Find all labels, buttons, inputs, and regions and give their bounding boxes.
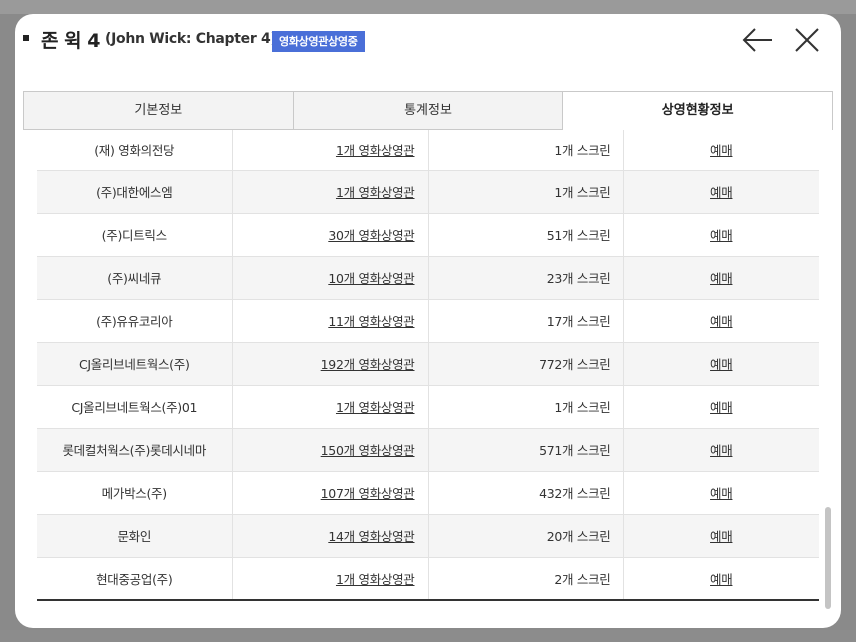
company-name: 메가박스(주)	[37, 471, 233, 515]
theater-count-link[interactable]: 10개 영화상영관	[328, 271, 414, 286]
page-title: 존 윅 4	[41, 30, 100, 52]
page-subtitle: (John Wick: Chapter 4)	[105, 31, 277, 47]
company-name: CJ올리브네트웍스(주)01	[37, 385, 233, 429]
title-bullet	[23, 35, 29, 41]
booking-link[interactable]: 예매	[710, 143, 733, 158]
tab-basic-info[interactable]: 기본정보	[24, 92, 294, 130]
modal-header: 존 윅 4 (John Wick: Chapter 4) 영화상영관상영중	[15, 14, 841, 74]
booking-link[interactable]: 예매	[710, 572, 733, 587]
screen-count: 51개 스크린	[428, 213, 624, 257]
booking-link[interactable]: 예매	[710, 486, 733, 501]
theater-count-link[interactable]: 1개 영화상영관	[336, 400, 415, 415]
screen-count: 772개 스크린	[428, 342, 624, 386]
status-badge: 영화상영관상영중	[272, 31, 365, 52]
screening-table-container: (재) 영화의전당 1개 영화상영관 1개 스크린 예매 (주)대한에스엠 1개…	[37, 130, 819, 616]
table-row: 문화인 14개 영화상영관 20개 스크린 예매	[37, 514, 819, 558]
theater-count-link[interactable]: 107개 영화상영관	[321, 486, 415, 501]
table-row: 현대중공업(주) 1개 영화상영관 2개 스크린 예매	[37, 557, 819, 601]
table-row: (주)씨네큐 10개 영화상영관 23개 스크린 예매	[37, 256, 819, 300]
booking-link[interactable]: 예매	[710, 357, 733, 372]
screening-table: (재) 영화의전당 1개 영화상영관 1개 스크린 예매 (주)대한에스엠 1개…	[37, 130, 819, 601]
theater-count-link[interactable]: 30개 영화상영관	[328, 228, 414, 243]
screen-count: 23개 스크린	[428, 256, 624, 300]
table-row: 롯데컬처웍스(주)롯데시네마 150개 영화상영관 571개 스크린 예매	[37, 428, 819, 472]
table-row: (주)유유코리아 11개 영화상영관 17개 스크린 예매	[37, 299, 819, 343]
theater-count-link[interactable]: 150개 영화상영관	[321, 443, 415, 458]
backdrop-top	[0, 0, 856, 14]
table-row: CJ올리브네트웍스(주)01 1개 영화상영관 1개 스크린 예매	[37, 385, 819, 429]
table-row: 메가박스(주) 107개 영화상영관 432개 스크린 예매	[37, 471, 819, 515]
booking-link[interactable]: 예매	[710, 400, 733, 415]
company-name: (주)디트릭스	[37, 213, 233, 257]
theater-count-link[interactable]: 1개 영화상영관	[336, 143, 415, 158]
booking-link[interactable]: 예매	[710, 314, 733, 329]
close-button[interactable]	[793, 26, 821, 54]
company-name: 롯데컬처웍스(주)롯데시네마	[37, 428, 233, 472]
booking-link[interactable]: 예매	[710, 443, 733, 458]
tab-statistics[interactable]: 통계정보	[293, 92, 564, 130]
theater-count-link[interactable]: 14개 영화상영관	[328, 529, 414, 544]
company-name: CJ올리브네트웍스(주)	[37, 342, 233, 386]
company-name: 현대중공업(주)	[37, 557, 233, 601]
tab-screening-status[interactable]: 상영현황정보	[563, 92, 833, 130]
arrow-left-icon	[742, 28, 772, 52]
company-name: (재) 영화의전당	[37, 130, 233, 171]
theater-count-link[interactable]: 192개 영화상영관	[321, 357, 415, 372]
screen-count: 1개 스크린	[428, 170, 624, 214]
booking-link[interactable]: 예매	[710, 271, 733, 286]
screen-count: 1개 스크린	[428, 385, 624, 429]
screen-count: 20개 스크린	[428, 514, 624, 558]
table-row: (주)디트릭스 30개 영화상영관 51개 스크린 예매	[37, 213, 819, 257]
screen-count: 2개 스크린	[428, 557, 624, 601]
screen-count: 571개 스크린	[428, 428, 624, 472]
screen-count: 17개 스크린	[428, 299, 624, 343]
table-row: CJ올리브네트웍스(주) 192개 영화상영관 772개 스크린 예매	[37, 342, 819, 386]
close-icon	[795, 28, 819, 52]
company-name: (주)씨네큐	[37, 256, 233, 300]
screen-count: 1개 스크린	[428, 130, 624, 171]
company-name: (주)대한에스엠	[37, 170, 233, 214]
back-button[interactable]	[741, 26, 775, 54]
theater-count-link[interactable]: 1개 영화상영관	[336, 572, 415, 587]
company-name: 문화인	[37, 514, 233, 558]
table-row: (재) 영화의전당 1개 영화상영관 1개 스크린 예매	[37, 130, 819, 171]
tab-bar: 기본정보 통계정보 상영현황정보	[23, 91, 833, 130]
theater-count-link[interactable]: 1개 영화상영관	[336, 185, 415, 200]
booking-link[interactable]: 예매	[710, 185, 733, 200]
company-name: (주)유유코리아	[37, 299, 233, 343]
booking-link[interactable]: 예매	[710, 529, 733, 544]
movie-detail-modal: 존 윅 4 (John Wick: Chapter 4) 영화상영관상영중 기본…	[15, 14, 841, 628]
booking-link[interactable]: 예매	[710, 228, 733, 243]
table-row: (주)대한에스엠 1개 영화상영관 1개 스크린 예매	[37, 170, 819, 214]
screen-count: 432개 스크린	[428, 471, 624, 515]
backdrop-bottom	[0, 630, 856, 642]
theater-count-link[interactable]: 11개 영화상영관	[328, 314, 414, 329]
scrollbar-thumb[interactable]	[825, 507, 831, 609]
